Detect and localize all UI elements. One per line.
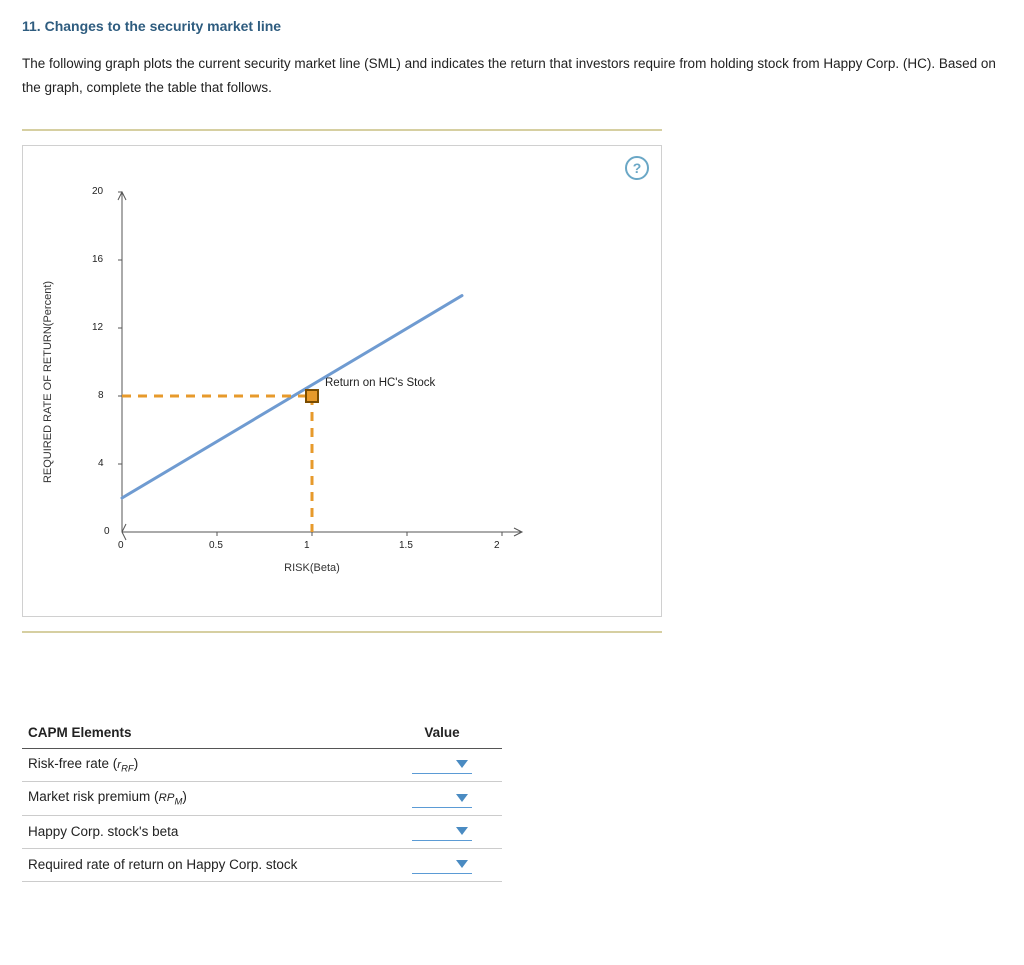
chevron-down-icon (456, 860, 468, 868)
xtick-1.0: 1 (304, 540, 310, 551)
intro-text: The following graph plots the current se… (22, 52, 1002, 101)
th-value: Value (382, 717, 502, 749)
dropdown-beta[interactable] (412, 823, 472, 841)
xtick-1.5: 1.5 (399, 540, 413, 551)
row-label-beta: Happy Corp. stock's beta (22, 815, 382, 848)
y-axis-label: REQUIRED RATE OF RETURN(Percent) (42, 281, 54, 483)
x-axis-label: RISK(Beta) (284, 562, 340, 574)
chart-svg[interactable] (122, 192, 552, 532)
table-row: Market risk premium (RPM) (22, 782, 502, 816)
page-title: 11. Changes to the security market line (22, 18, 1002, 34)
xtick-2.0: 2 (494, 540, 500, 551)
table-row: Required rate of return on Happy Corp. s… (22, 848, 502, 881)
row-label-rf: Risk-free rate (rRF) (22, 748, 382, 782)
table-row: Happy Corp. stock's beta (22, 815, 502, 848)
table-row: Risk-free rate (rRF) (22, 748, 502, 782)
dropdown-rpm[interactable] (412, 790, 472, 808)
row-label-rpm: Market risk premium (RPM) (22, 782, 382, 816)
ytick-4: 4 (98, 458, 104, 469)
chevron-down-icon (456, 760, 468, 768)
help-icon[interactable]: ? (625, 156, 649, 180)
ytick-20: 20 (92, 186, 103, 197)
ytick-12: 12 (92, 322, 103, 333)
row-label-req: Required rate of return on Happy Corp. s… (22, 848, 382, 881)
plot-area: REQUIRED RATE OF RETURN(Percent) 20 16 1… (62, 182, 622, 582)
hc-point (306, 390, 318, 402)
chart-card: ? REQUIRED RATE OF RETURN(Percent) 20 16… (22, 145, 662, 617)
dropdown-rf[interactable] (412, 756, 472, 774)
ytick-16: 16 (92, 254, 103, 265)
xtick-0.5: 0.5 (209, 540, 223, 551)
ytick-8: 8 (98, 390, 104, 401)
chevron-down-icon (456, 794, 468, 802)
divider-top (22, 129, 662, 131)
th-elements: CAPM Elements (22, 717, 382, 749)
ytick-0: 0 (104, 526, 110, 537)
xtick-0: 0 (118, 540, 124, 551)
capm-table: CAPM Elements Value Risk-free rate (rRF)… (22, 717, 502, 882)
chevron-down-icon (456, 827, 468, 835)
dropdown-req[interactable] (412, 856, 472, 874)
divider-bottom (22, 631, 662, 633)
